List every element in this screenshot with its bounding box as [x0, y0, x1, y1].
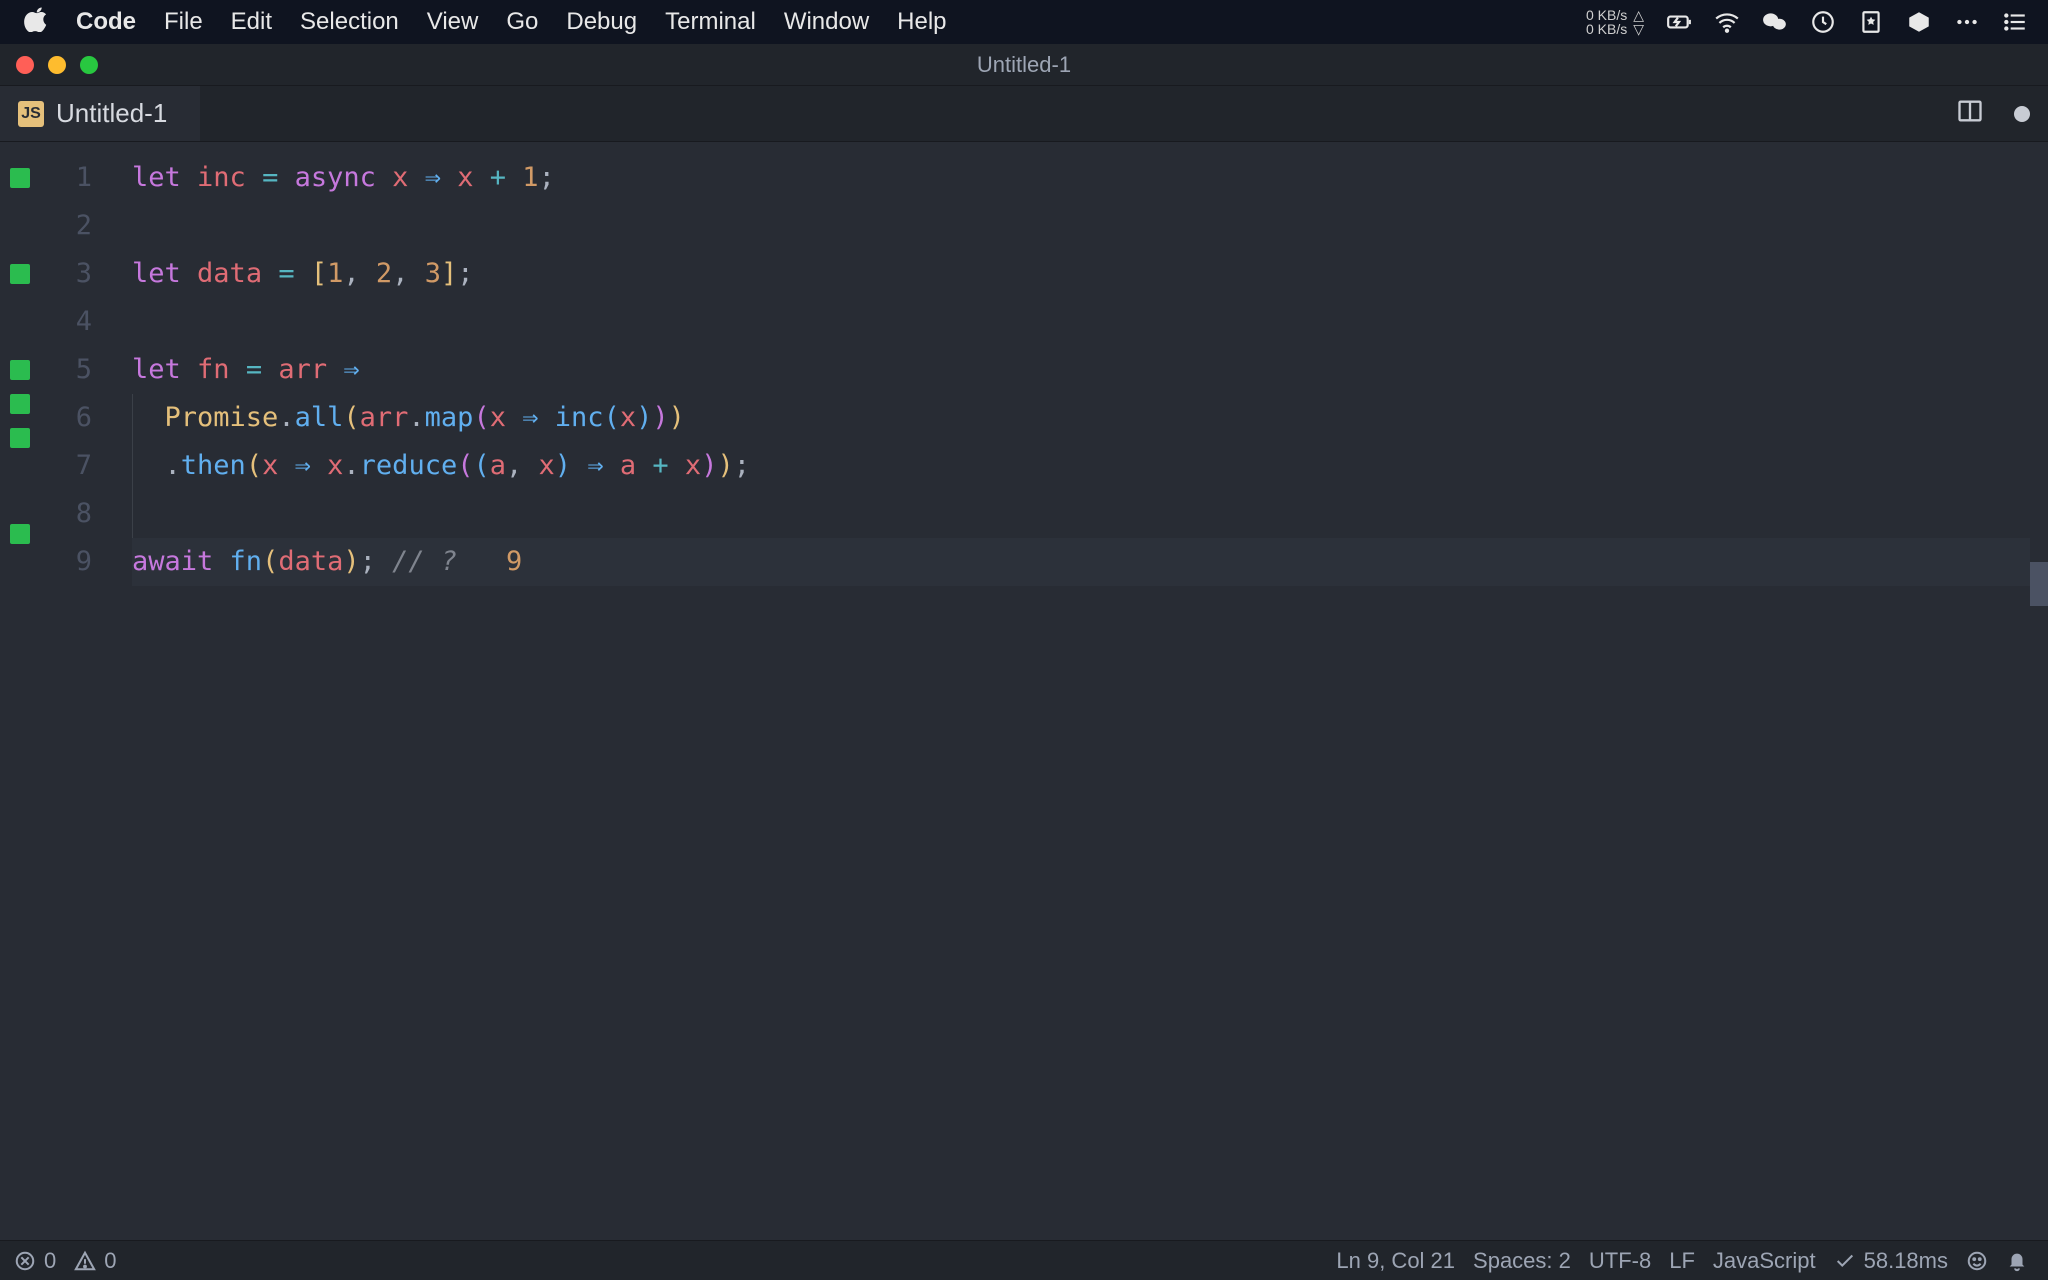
gutter-mark[interactable]: [10, 264, 30, 284]
line-number: 3: [40, 250, 92, 298]
status-feedback-icon[interactable]: [1966, 1250, 1988, 1272]
net-up-value: 0 KB/s: [1586, 8, 1627, 22]
menu-file[interactable]: File: [164, 8, 203, 36]
macos-menubar: Code File Edit Selection View Go Debug T…: [0, 0, 2048, 44]
gutter-mark[interactable]: [10, 524, 30, 544]
code-line[interactable]: let fn = arr ⇒: [132, 346, 2030, 394]
menu-window[interactable]: Window: [784, 8, 869, 36]
clock-icon[interactable]: [1810, 9, 1836, 35]
tab-untitled-1[interactable]: JS Untitled-1: [0, 86, 200, 141]
line-number: 1: [40, 154, 92, 202]
code-line[interactable]: let inc = async x ⇒ x + 1;: [132, 154, 2030, 202]
status-bar: 0 0 Ln 9, Col 21 Spaces: 2 UTF-8 LF Java…: [0, 1240, 2048, 1280]
net-down-value: 0 KB/s: [1586, 22, 1627, 36]
line-number: 4: [40, 298, 92, 346]
line-number: 5: [40, 346, 92, 394]
status-errors[interactable]: 0: [14, 1248, 56, 1274]
gutter-mark[interactable]: [10, 168, 30, 188]
unsaved-indicator-icon[interactable]: [2014, 106, 2030, 122]
code-line[interactable]: [132, 202, 2030, 250]
menu-selection[interactable]: Selection: [300, 8, 399, 36]
bookmark-star-icon[interactable]: [1858, 9, 1884, 35]
code-line[interactable]: Promise.all(arr.map(x ⇒ inc(x))): [132, 394, 2030, 442]
status-warnings-count: 0: [104, 1248, 116, 1274]
apple-icon[interactable]: [24, 6, 50, 39]
gutter-marks: [0, 142, 40, 1240]
menu-terminal[interactable]: Terminal: [665, 8, 756, 36]
menu-debug[interactable]: Debug: [566, 8, 637, 36]
gutter-mark[interactable]: [10, 394, 30, 414]
more-icon[interactable]: [1954, 9, 1980, 35]
code-line[interactable]: [132, 298, 2030, 346]
status-timing[interactable]: 58.18ms: [1834, 1248, 1948, 1274]
minimap[interactable]: [2030, 142, 2048, 1240]
box-icon[interactable]: [1906, 9, 1932, 35]
gutter-mark[interactable]: [10, 360, 30, 380]
indent-guide: [132, 442, 133, 490]
code-line[interactable]: .then(x ⇒ x.reduce((a, x) ⇒ a + x));: [132, 442, 2030, 490]
scrollbar-thumb[interactable]: [2030, 562, 2048, 606]
list-icon[interactable]: [2002, 9, 2028, 35]
line-number: 7: [40, 442, 92, 490]
menu-help[interactable]: Help: [897, 8, 946, 36]
line-number-gutter: 123456789: [40, 142, 110, 1240]
indent-guide: [132, 394, 133, 442]
window-titlebar: Untitled-1: [0, 44, 2048, 86]
status-eol[interactable]: LF: [1669, 1248, 1695, 1274]
code-editor[interactable]: 123456789 let inc = async x ⇒ x + 1;let …: [0, 142, 2048, 1240]
menu-go[interactable]: Go: [506, 8, 538, 36]
line-number: 2: [40, 202, 92, 250]
battery-charging-icon[interactable]: [1666, 9, 1692, 35]
status-encoding[interactable]: UTF-8: [1589, 1248, 1651, 1274]
menubar-app-name[interactable]: Code: [76, 8, 136, 36]
code-area[interactable]: let inc = async x ⇒ x + 1; let data = [1,…: [110, 142, 2030, 1240]
window-title: Untitled-1: [0, 52, 2048, 78]
tab-label: Untitled-1: [56, 98, 167, 129]
status-warnings[interactable]: 0: [74, 1248, 116, 1274]
status-language[interactable]: JavaScript: [1713, 1248, 1816, 1274]
wechat-icon[interactable]: [1762, 9, 1788, 35]
line-number: 6: [40, 394, 92, 442]
tab-bar: JS Untitled-1: [0, 86, 2048, 142]
indent-guide: [132, 490, 133, 538]
gutter-mark[interactable]: [10, 428, 30, 448]
status-cursor-position[interactable]: Ln 9, Col 21: [1336, 1248, 1455, 1274]
network-speed-indicator[interactable]: 0 KB/s△ 0 KB/s▽: [1586, 8, 1644, 36]
code-line[interactable]: [132, 490, 2030, 538]
status-indentation[interactable]: Spaces: 2: [1473, 1248, 1571, 1274]
status-bell-icon[interactable]: [2006, 1250, 2028, 1272]
line-number: 9: [40, 538, 92, 586]
code-line[interactable]: let data = [1, 2, 3];: [132, 250, 2030, 298]
status-errors-count: 0: [44, 1248, 56, 1274]
line-number: 8: [40, 490, 92, 538]
wifi-icon[interactable]: [1714, 9, 1740, 35]
split-editor-icon[interactable]: [1956, 97, 1984, 130]
menu-edit[interactable]: Edit: [231, 8, 272, 36]
editor-window: Untitled-1 JS Untitled-1 123456789 let i…: [0, 44, 2048, 1280]
javascript-file-icon: JS: [18, 101, 44, 127]
menu-view[interactable]: View: [427, 8, 479, 36]
code-line[interactable]: await fn(data); // ? 9: [132, 538, 2030, 586]
